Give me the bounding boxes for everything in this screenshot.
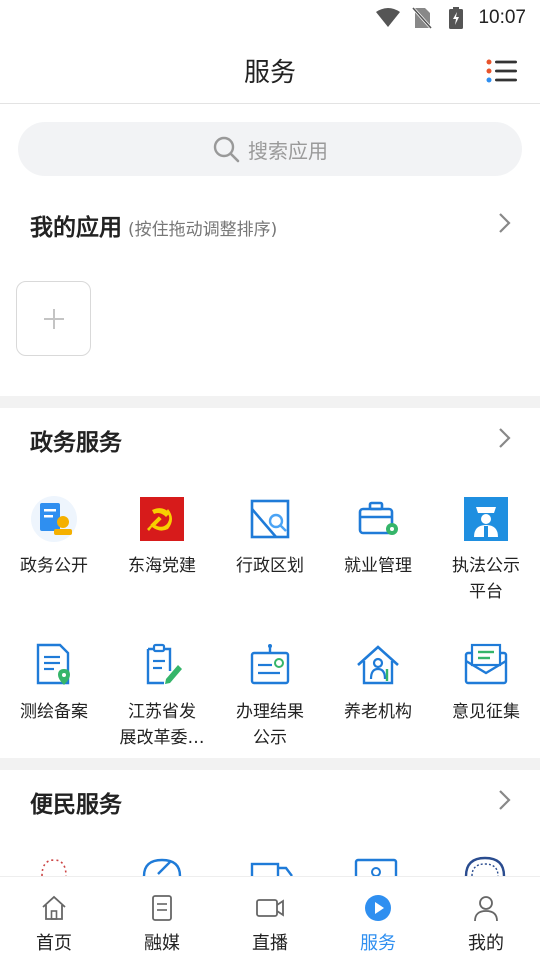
partial-app-icon xyxy=(250,862,293,876)
nav-label: 服务 xyxy=(360,933,396,954)
envelope-letter-icon xyxy=(464,643,508,685)
nav-services[interactable]: 服务 xyxy=(324,877,432,960)
nav-label: 我的 xyxy=(468,933,504,954)
partial-app-icon xyxy=(354,858,398,876)
app-surveying-filing[interactable]: 测绘备案 xyxy=(0,641,108,725)
plus-icon xyxy=(43,308,64,329)
convenience-services-title: 便民服务 xyxy=(30,792,122,818)
app-label: 办理结果 公示 xyxy=(236,702,304,748)
nav-live[interactable]: 直播 xyxy=(216,877,324,960)
nav-mine[interactable]: 我的 xyxy=(432,877,540,960)
app-label: 测绘备案 xyxy=(20,702,88,722)
notice-board-icon xyxy=(250,644,290,685)
map-division-icon xyxy=(250,499,290,539)
play-circle-icon xyxy=(365,895,391,921)
officer-badge-icon xyxy=(464,497,508,541)
nav-media[interactable]: 融媒 xyxy=(108,877,216,960)
my-apps-hint: (按住拖动调整排序) xyxy=(128,220,278,240)
search-icon xyxy=(213,136,240,163)
clipboard-pen-icon xyxy=(146,643,182,685)
nav-label: 首页 xyxy=(36,933,72,954)
nav-label: 融媒 xyxy=(144,933,180,954)
document-icon xyxy=(152,895,172,921)
partial-app-icon xyxy=(464,856,506,876)
app-label: 东海党建 xyxy=(128,556,196,576)
app-label: 江苏省发 展改革委… xyxy=(119,702,205,748)
page-title: 服务 xyxy=(243,58,296,88)
bottom-nav: 首页 融媒 直播 服务 我的 xyxy=(0,876,540,960)
partial-app-icon xyxy=(142,858,182,876)
gov-services-title: 政务服务 xyxy=(30,430,122,456)
app-opinion-collection[interactable]: 意见征集 xyxy=(432,641,540,725)
my-apps-title: 我的应用 (按住拖动调整排序) xyxy=(30,208,277,242)
app-employment-management[interactable]: 就业管理 xyxy=(324,495,432,579)
list-menu-icon xyxy=(486,59,517,83)
app-gov-affairs-open[interactable]: 政务公开 xyxy=(0,495,108,579)
my-apps-title-text: 我的应用 xyxy=(30,215,122,241)
add-app-button[interactable] xyxy=(16,281,91,356)
document-location-icon xyxy=(36,643,70,685)
list-menu-button[interactable] xyxy=(486,58,518,84)
app-label: 执法公示 平台 xyxy=(452,556,520,602)
status-bar: 10:07 xyxy=(0,0,540,36)
search-input[interactable]: 搜索应用 xyxy=(18,122,522,176)
app-jiangsu-development-reform[interactable]: 江苏省发 展改革委… xyxy=(108,641,216,751)
app-label: 行政区划 xyxy=(236,556,304,576)
app-elderly-care-institutions[interactable]: 养老机构 xyxy=(324,641,432,725)
app-handling-results-public[interactable]: 办理结果 公示 xyxy=(216,641,324,751)
convenience-services-chevron-right-icon[interactable] xyxy=(498,789,512,811)
section-divider xyxy=(0,758,540,770)
home-icon xyxy=(42,895,66,920)
my-apps-chevron-right-icon[interactable] xyxy=(498,212,512,234)
app-label: 就业管理 xyxy=(344,556,412,576)
gov-affairs-open-icon xyxy=(31,496,77,542)
battery-charging-icon xyxy=(444,7,468,29)
wifi-icon xyxy=(376,7,401,29)
search-placeholder: 搜索应用 xyxy=(248,138,328,163)
app-label: 养老机构 xyxy=(344,702,412,722)
app-donghai-party-building[interactable]: 东海党建 xyxy=(108,495,216,579)
gov-services-chevron-right-icon[interactable] xyxy=(498,427,512,449)
house-elder-icon xyxy=(357,645,399,685)
no-sim-icon xyxy=(410,7,434,29)
video-camera-icon xyxy=(256,899,284,917)
person-icon xyxy=(474,896,498,922)
party-emblem-icon xyxy=(140,497,184,541)
nav-home[interactable]: 首页 xyxy=(0,877,108,960)
header: 服务 xyxy=(0,36,540,104)
app-label: 政务公开 xyxy=(20,556,88,576)
partial-app-icon xyxy=(41,859,67,876)
app-label: 意见征集 xyxy=(452,702,520,722)
briefcase-gear-icon xyxy=(358,501,398,535)
status-time: 10:07 xyxy=(478,7,526,28)
section-divider xyxy=(0,396,540,408)
app-admin-division[interactable]: 行政区划 xyxy=(216,495,324,579)
nav-label: 直播 xyxy=(252,933,288,954)
app-law-enforcement-platform[interactable]: 执法公示 平台 xyxy=(432,495,540,605)
